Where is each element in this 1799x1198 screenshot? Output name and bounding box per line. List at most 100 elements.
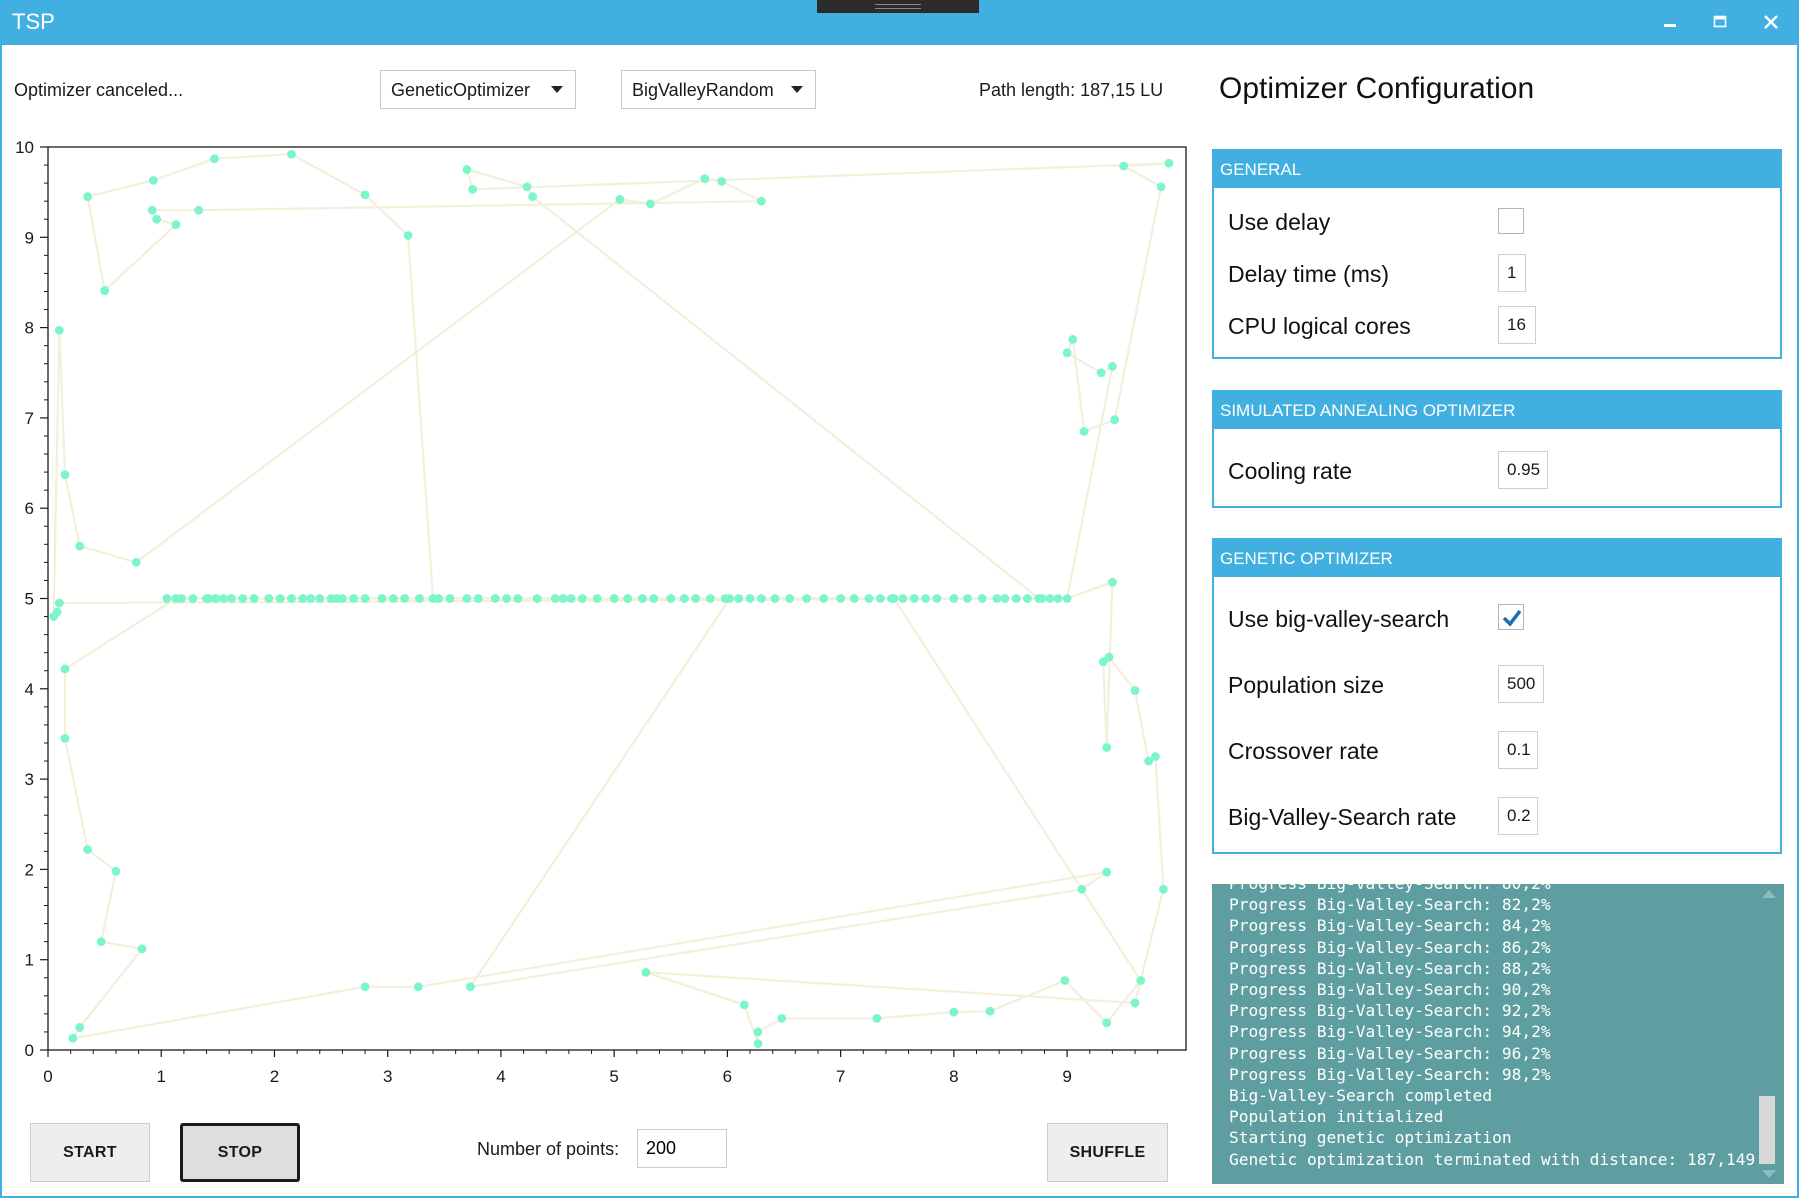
log-line: Progress Big-Valley-Search: 98,2% [1229, 1064, 1551, 1084]
city-point [338, 594, 347, 603]
city-point [264, 594, 274, 603]
minimize-icon[interactable] [1650, 6, 1690, 38]
config-title: Optimizer Configuration [1219, 72, 1535, 105]
city-point [462, 594, 472, 603]
y-tick-label: 8 [25, 319, 34, 338]
y-tick-label: 10 [15, 138, 34, 157]
log-output[interactable]: Progress Big-Valley-Search: 80,2%Progres… [1212, 884, 1784, 1184]
chevron-down-icon [791, 86, 803, 93]
city-point [148, 176, 158, 185]
start-button[interactable]: START [30, 1123, 150, 1182]
log-line: Progress Big-Valley-Search: 90,2% [1229, 980, 1551, 1000]
drag-handle[interactable] [817, 0, 979, 13]
city-point [898, 594, 908, 603]
city-point [1060, 976, 1070, 985]
city-point [490, 594, 500, 603]
city-point [1053, 594, 1063, 603]
cooling-rate-label: Cooling rate [1228, 458, 1353, 484]
cpu-cores-input[interactable]: 16 [1498, 306, 1536, 344]
city-point [872, 1013, 882, 1023]
city-point [1130, 686, 1140, 696]
log-line: Progress Big-Valley-Search: 96,2% [1229, 1043, 1551, 1063]
maximize-icon[interactable] [1700, 6, 1740, 38]
optimizer-select[interactable]: GeneticOptimizer [380, 70, 576, 109]
delay-time-input[interactable]: 1 [1498, 254, 1526, 292]
city-point [753, 1027, 763, 1037]
num-points-input[interactable] [637, 1129, 727, 1168]
city-point [502, 594, 511, 603]
city-point [152, 214, 162, 224]
x-tick-label: 1 [156, 1067, 165, 1086]
city-point [1037, 594, 1047, 603]
optimizer-select-value: GeneticOptimizer [391, 80, 531, 100]
city-point [513, 594, 523, 603]
close-icon[interactable] [1751, 6, 1791, 38]
city-point [445, 594, 455, 603]
log-line: Genetic optimization terminated with dis… [1229, 1149, 1756, 1169]
city-point [83, 845, 93, 854]
log-line: Progress Big-Valley-Search: 92,2% [1229, 1001, 1551, 1021]
city-point [219, 594, 228, 603]
city-point [360, 190, 370, 200]
city-point [1062, 348, 1072, 358]
city-point [1079, 427, 1089, 436]
crossover-rate-input[interactable]: 0.1 [1498, 731, 1538, 769]
city-point [745, 594, 755, 603]
city-point [963, 594, 972, 603]
city-point [679, 594, 689, 603]
city-point [522, 182, 532, 192]
city-point [1045, 594, 1055, 603]
shuffle-button[interactable]: SHUFFLE [1047, 1123, 1168, 1182]
city-point [770, 594, 780, 603]
city-point [177, 594, 187, 603]
city-point [623, 594, 633, 603]
city-point [1156, 182, 1166, 192]
city-point [756, 196, 766, 206]
city-point [1000, 594, 1010, 603]
city-point [162, 594, 172, 603]
city-point [75, 1023, 85, 1032]
city-point [415, 594, 424, 603]
city-point [68, 1033, 78, 1043]
log-line: Population initialized [1229, 1107, 1444, 1127]
big-valley-search-rate-input[interactable]: 0.2 [1498, 797, 1538, 835]
log-line: Progress Big-Valley-Search: 82,2% [1229, 895, 1551, 915]
city-point [1068, 334, 1078, 344]
cooling-rate-input[interactable]: 0.95 [1498, 451, 1548, 489]
cpu-cores-label: CPU logical cores [1228, 313, 1411, 339]
log-line: Starting genetic optimization [1229, 1128, 1512, 1148]
city-point [802, 594, 812, 603]
x-tick-label: 7 [836, 1067, 845, 1086]
log-lines: Progress Big-Valley-Search: 80,2%Progres… [1229, 884, 1755, 1170]
big-valley-search-rate-label: Big-Valley-Search rate [1228, 804, 1457, 830]
population-size-input[interactable]: 500 [1498, 665, 1544, 703]
tsp-chart: 0 1 2 3 4 5 6 7 8 9 0 1 2 3 4 5 6 7 8 9 10 [15, 138, 1187, 1086]
scrollbar-thumb[interactable] [1759, 1096, 1775, 1164]
mode-select-value: BigValleyRandom [632, 80, 774, 100]
genetic-section: GENETIC OPTIMIZER Use big-valley-search … [1212, 538, 1782, 854]
city-point [1096, 368, 1106, 378]
mode-select[interactable]: BigValleyRandom [621, 70, 816, 109]
scroll-down-icon[interactable] [1762, 1170, 1776, 1178]
city-point [188, 594, 198, 603]
scroll-up-icon[interactable] [1762, 890, 1776, 898]
city-point [1136, 976, 1146, 985]
city-point [360, 982, 370, 992]
city-point [462, 165, 472, 174]
city-point [211, 594, 220, 603]
city-point [532, 594, 542, 603]
big-valley-search-checkbox[interactable] [1498, 604, 1524, 630]
city-point [1107, 577, 1117, 587]
stop-button[interactable]: STOP [180, 1123, 300, 1182]
y-tick-label: 2 [25, 860, 34, 879]
city-point [1119, 161, 1129, 171]
city-point [1023, 594, 1032, 603]
log-line: Progress Big-Valley-Search: 80,2% [1229, 884, 1755, 894]
city-point [550, 594, 560, 603]
city-point [641, 967, 651, 977]
y-tick-label: 3 [25, 770, 34, 789]
log-line: Progress Big-Valley-Search: 88,2% [1229, 958, 1551, 978]
city-point [578, 594, 587, 603]
crossover-rate-label: Crossover rate [1228, 738, 1379, 764]
use-delay-checkbox[interactable] [1498, 208, 1524, 234]
